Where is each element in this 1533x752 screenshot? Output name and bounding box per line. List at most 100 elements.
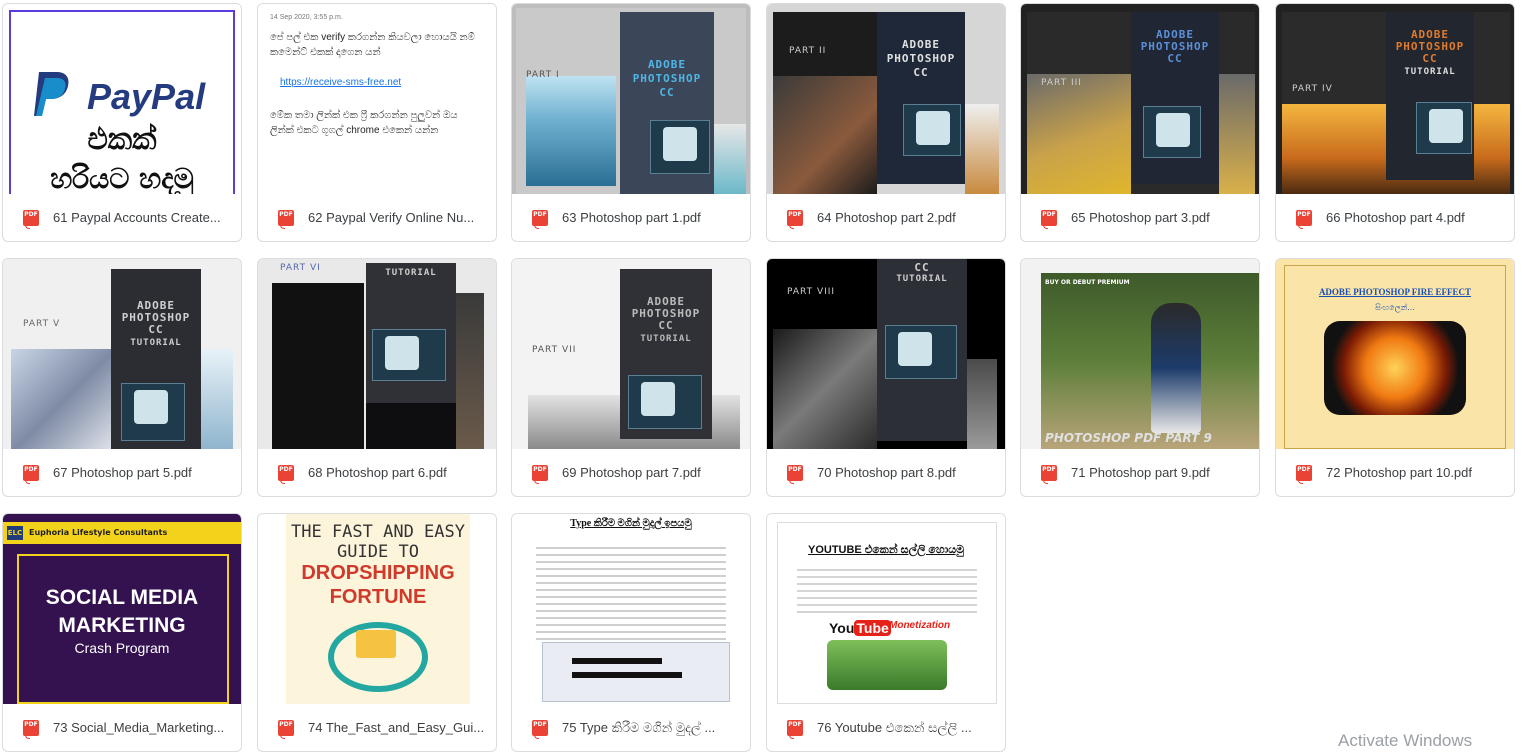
pdf-icon: PDF — [532, 719, 548, 739]
thumb-line1: SOCIAL MEDIA — [45, 586, 199, 609]
pdf-icon: PDF — [532, 464, 548, 484]
part-label: PART I — [526, 70, 560, 80]
part-label: PART IV — [1292, 84, 1333, 94]
file-name: 63 Photoshop part 1.pdf — [562, 210, 701, 225]
file-thumbnail: THE FAST AND EASY GUIDE TO DROPSHIPPING … — [258, 514, 496, 704]
note-paragraph: පේ පල් එක verify කරගන්න කියවලා හොයයි නම්… — [270, 32, 475, 58]
thumb-line3: Crash Program — [74, 640, 170, 656]
file-card[interactable]: PART I ADOBE PHOTOSHOP CC PDF 63 Photosh… — [511, 3, 751, 242]
thumb-line2: GUIDE TO — [337, 542, 419, 562]
file-name: 71 Photoshop part 9.pdf — [1071, 465, 1210, 480]
company-name: Euphoria Lifestyle Consultants — [29, 528, 168, 537]
note-link: https://receive-sms-free.net — [280, 77, 402, 88]
youtube-logo: You Tube — [829, 620, 891, 636]
thumb-line4: FORTUNE — [329, 586, 427, 608]
company-badge: ELC — [7, 526, 23, 540]
pdf-icon: PDF — [1296, 209, 1312, 229]
pdf-icon: PDF — [787, 209, 803, 229]
ps-title: PHOTOSHOP — [886, 52, 956, 65]
file-name: 62 Paypal Verify Online Nu... — [308, 210, 475, 225]
ps-title: CC — [1422, 52, 1438, 65]
pdf-icon: PDF — [1041, 464, 1057, 484]
file-card[interactable]: PART VII ADOBE PHOTOSHOP CC TUTORIAL PDF… — [511, 258, 751, 497]
file-thumbnail: PART II ADOBE PHOTOSHOP CC — [767, 4, 1005, 194]
ps-title: CC — [658, 319, 674, 332]
thumb-line1: THE FAST AND EASY — [291, 522, 465, 542]
file-thumbnail: PART III ADOBE PHOTOSHOP CC — [1021, 4, 1259, 194]
file-card[interactable]: PART II ADOBE PHOTOSHOP CC PDF 64 Photos… — [766, 3, 1006, 242]
pdf-icon: PDF — [278, 209, 294, 229]
ps-title: TUTORIAL — [896, 274, 948, 284]
file-card[interactable]: YOUTUBE එකෙන් සල්ලි හොයමු You Tube Moneti… — [766, 513, 1006, 752]
file-thumbnail: 14 Sep 2020, 3:55 p.m. පේ පල් එක verify … — [258, 4, 496, 194]
pdf-icon: PDF — [1041, 209, 1057, 229]
part-label: PART VIII — [787, 287, 836, 297]
ps-title: TUTORIAL — [385, 268, 437, 278]
file-name: 73 Social_Media_Marketing... — [53, 720, 225, 735]
file-thumbnail: ADOBE PHOTOSHOP FIRE EFFECT සිංහලෙන්... — [1276, 259, 1514, 449]
file-name: 76 Youtube එකෙන් සල්ලි ... — [817, 719, 972, 735]
pdf-icon: PDF — [278, 464, 294, 484]
file-card[interactable]: PART VI TUTORIAL PDF 68 Photoshop part 6… — [257, 258, 497, 497]
file-card[interactable]: 14 Sep 2020, 3:55 p.m. පේ පල් එක verify … — [257, 3, 497, 242]
file-card[interactable]: Type කිරීම මගින් මුදල් ඉපයමු PDF 75 Type… — [511, 513, 751, 752]
file-card[interactable]: BUY OR DEBUT PREMIUM PHOTOSHOP PDF PART … — [1020, 258, 1260, 497]
file-footer: PDF 72 Photoshop part 10.pdf — [1276, 449, 1514, 496]
ps-title: TUTORIAL — [1404, 67, 1456, 77]
file-name: 67 Photoshop part 5.pdf — [53, 465, 192, 480]
file-footer: PDF 67 Photoshop part 5.pdf — [3, 449, 241, 496]
ps-title: TUTORIAL — [640, 334, 692, 344]
file-thumbnail: PART VI TUTORIAL — [258, 259, 496, 449]
file-footer: PDF 62 Paypal Verify Online Nu... — [258, 194, 496, 241]
pdf-icon: PDF — [23, 464, 39, 484]
file-thumbnail: PART VII ADOBE PHOTOSHOP CC TUTORIAL — [512, 259, 750, 449]
ps-title: PHOTOSHOP — [632, 72, 702, 85]
thumb-label: BUY OR DEBUT PREMIUM — [1045, 279, 1130, 286]
ps-title: ADOBE — [647, 58, 687, 71]
ps-title: CC — [659, 86, 675, 99]
file-name: 72 Photoshop part 10.pdf — [1326, 465, 1473, 480]
file-card[interactable]: PART III ADOBE PHOTOSHOP CC PDF 65 Photo… — [1020, 3, 1260, 242]
file-footer: PDF 63 Photoshop part 1.pdf — [512, 194, 750, 241]
file-card[interactable]: ADOBE PHOTOSHOP FIRE EFFECT සිංහලෙන්... … — [1275, 258, 1515, 497]
file-card[interactable]: PART IV ADOBE PHOTOSHOP CC TUTORIAL PDF … — [1275, 3, 1515, 242]
file-footer: PDF 65 Photoshop part 3.pdf — [1021, 194, 1259, 241]
part-label: PART II — [789, 46, 827, 56]
file-thumbnail: PART VIII CC TUTORIAL — [767, 259, 1005, 449]
file-name: 68 Photoshop part 6.pdf — [308, 465, 447, 480]
file-name: 74 The_Fast_and_Easy_Gui... — [308, 720, 485, 735]
pdf-icon: PDF — [787, 464, 803, 484]
file-thumbnail: PayPal එකක් හරියට හදමු — [3, 4, 241, 194]
activate-windows-watermark: Activate Windows — [1338, 731, 1473, 750]
file-card[interactable]: PART V ADOBE PHOTOSHOP CC TUTORIAL PDF 6… — [2, 258, 242, 497]
paypal-logo-icon — [31, 70, 71, 118]
file-footer: PDF 71 Photoshop part 9.pdf — [1021, 449, 1259, 496]
ps-title: CC — [1167, 52, 1183, 65]
file-name: 75 Type කිරීම මගින් මුදල් ... — [562, 719, 716, 735]
file-thumbnail: ELC Euphoria Lifestyle Consultants SOCIA… — [3, 514, 241, 704]
pdf-icon: PDF — [1296, 464, 1312, 484]
file-footer: PDF 66 Photoshop part 4.pdf — [1276, 194, 1514, 241]
ps-title: ADOBE — [901, 38, 941, 51]
pdf-icon: PDF — [278, 719, 294, 739]
money-icon — [827, 640, 947, 690]
thumb-line3: DROPSHIPPING — [301, 562, 455, 584]
pdf-icon: PDF — [787, 719, 803, 739]
part-label: PART VI — [280, 263, 321, 273]
note-timestamp: 14 Sep 2020, 3:55 p.m. — [270, 14, 343, 21]
thumb-subtitle: සිංහලෙන්... — [1375, 303, 1415, 312]
file-footer: PDF 74 The_Fast_and_Easy_Gui... — [258, 704, 496, 751]
file-card[interactable]: THE FAST AND EASY GUIDE TO DROPSHIPPING … — [257, 513, 497, 752]
file-footer: PDF 64 Photoshop part 2.pdf — [767, 194, 1005, 241]
file-card[interactable]: PART VIII CC TUTORIAL PDF 70 Photoshop p… — [766, 258, 1006, 497]
file-card[interactable]: PayPal එකක් හරියට හදමු PDF 61 Paypal Acc… — [2, 3, 242, 242]
file-card[interactable]: ELC Euphoria Lifestyle Consultants SOCIA… — [2, 513, 242, 752]
file-footer: PDF 61 Paypal Accounts Create... — [3, 194, 241, 241]
file-name: 65 Photoshop part 3.pdf — [1071, 210, 1210, 225]
file-thumbnail: PART V ADOBE PHOTOSHOP CC TUTORIAL — [3, 259, 241, 449]
file-thumbnail: Type කිරීම මගින් මුදල් ඉපයමු — [512, 514, 750, 704]
thumb-title: Type කිරීම මගින් මුදල් ඉපයමු — [570, 518, 692, 529]
file-name: 64 Photoshop part 2.pdf — [817, 210, 956, 225]
pdf-icon: PDF — [23, 719, 39, 739]
ps-title: CC — [148, 323, 164, 336]
